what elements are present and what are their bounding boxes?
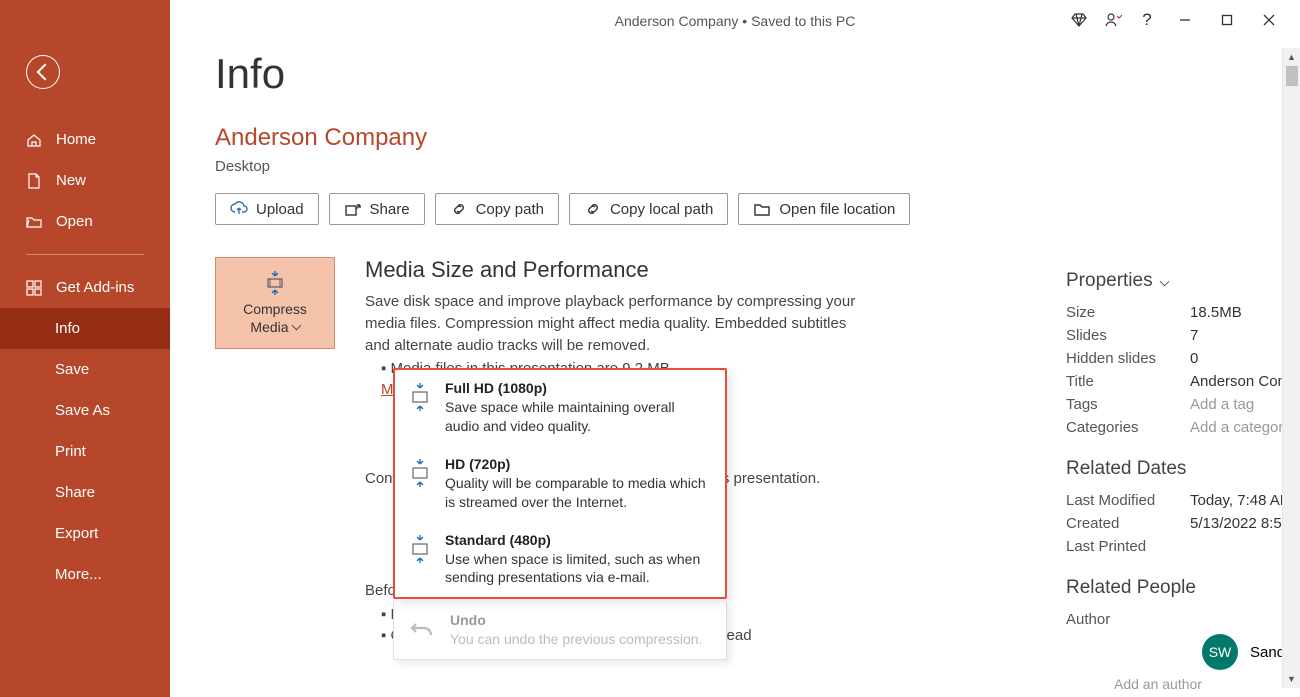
- dropdown-standard[interactable]: Standard (480p)Use when space is limited…: [395, 522, 725, 598]
- scroll-up-icon[interactable]: ▲: [1283, 48, 1300, 66]
- page-title: Info: [215, 50, 1300, 98]
- nav-more[interactable]: More...: [0, 554, 170, 595]
- nav-new-label: New: [56, 172, 86, 189]
- properties-panel: Properties Size18.5MB Slides7 Hidden slide…: [1066, 270, 1300, 692]
- nav: Home New Open Get Add-ins Info Save Save…: [0, 119, 170, 595]
- property-row: Slides7: [1066, 327, 1300, 344]
- backstage-sidebar: Home New Open Get Add-ins Info Save Save…: [0, 0, 170, 697]
- scroll-thumb[interactable]: [1286, 66, 1298, 86]
- copy-path-button[interactable]: Copy path: [435, 193, 559, 225]
- back-arrow-icon: [36, 64, 53, 81]
- media-icon: [409, 380, 431, 436]
- back-button[interactable]: [26, 55, 60, 89]
- compress-media-button[interactable]: Compress Media: [215, 257, 335, 349]
- nav-new[interactable]: New: [0, 160, 170, 201]
- author-row[interactable]: SW Sandy Writtenhouse: [1066, 634, 1300, 670]
- home-icon: [26, 132, 42, 148]
- dropdown-hd[interactable]: HD (720p)Quality will be comparable to m…: [395, 446, 725, 522]
- property-row: TitleAnderson Company: [1066, 373, 1300, 390]
- nav-share[interactable]: Share: [0, 472, 170, 513]
- compress-dropdown: Full HD (1080p)Save space while maintain…: [393, 368, 727, 599]
- chevron-down-icon: [291, 321, 301, 331]
- nav-print[interactable]: Print: [0, 431, 170, 472]
- undo-icon: [408, 612, 436, 649]
- media-heading: Media Size and Performance: [365, 257, 875, 283]
- avatar: SW: [1202, 634, 1238, 670]
- property-row: TagsAdd a tag: [1066, 396, 1300, 413]
- nav-home-label: Home: [56, 131, 96, 148]
- doc-location: Desktop: [215, 158, 1300, 175]
- media-bullet: ▪: [381, 360, 391, 377]
- media-body: Save disk space and improve playback per…: [365, 291, 875, 356]
- nav-home[interactable]: Home: [0, 119, 170, 160]
- nav-saveas[interactable]: Save As: [0, 390, 170, 431]
- date-row: Last Printed: [1066, 538, 1300, 555]
- nav-export[interactable]: Export: [0, 513, 170, 554]
- scroll-down-icon[interactable]: ▼: [1283, 670, 1300, 688]
- addins-icon: [26, 280, 42, 296]
- add-author[interactable]: Add an author: [1114, 676, 1300, 692]
- nav-info[interactable]: Info: [0, 308, 170, 349]
- media-icon: [409, 532, 431, 588]
- open-location-button[interactable]: Open file location: [738, 193, 910, 225]
- nav-separator: [26, 254, 144, 255]
- properties-heading[interactable]: Properties: [1066, 270, 1300, 292]
- property-row: Hidden slides0: [1066, 350, 1300, 367]
- dates-heading: Related Dates: [1066, 458, 1300, 480]
- nav-open-label: Open: [56, 213, 93, 230]
- people-heading: Related People: [1066, 577, 1300, 599]
- dropdown-fullhd[interactable]: Full HD (1080p)Save space while maintain…: [395, 370, 725, 446]
- main: Info Anderson Company Desktop Upload Sha…: [170, 0, 1300, 697]
- scrollbar[interactable]: ▲ ▼: [1282, 48, 1300, 688]
- nav-save[interactable]: Save: [0, 349, 170, 390]
- nav-sub: Info Save Save As Print Share Export Mor…: [0, 308, 170, 595]
- property-row: Size18.5MB: [1066, 304, 1300, 321]
- media-icon: [409, 456, 431, 512]
- dropdown-undo: UndoYou can undo the previous compressio…: [393, 602, 727, 660]
- date-row: Last ModifiedToday, 7:48 AM: [1066, 492, 1300, 509]
- nav-addins[interactable]: Get Add-ins: [0, 267, 170, 308]
- open-icon: [26, 214, 42, 230]
- nav-addins-label: Get Add-ins: [56, 279, 134, 296]
- doc-title: Anderson Company: [215, 124, 1300, 152]
- nav-open[interactable]: Open: [0, 201, 170, 242]
- upload-button[interactable]: Upload: [215, 193, 319, 225]
- action-row: Upload Share Copy path Copy local path O…: [215, 193, 1300, 225]
- author-label: Author: [1066, 611, 1190, 628]
- copy-local-path-button[interactable]: Copy local path: [569, 193, 728, 225]
- share-button[interactable]: Share: [329, 193, 425, 225]
- compress-icon: [261, 270, 289, 296]
- chevron-down-icon: [1159, 276, 1169, 286]
- property-row: CategoriesAdd a category: [1066, 419, 1300, 436]
- new-icon: [26, 173, 42, 189]
- date-row: Created5/13/2022 8:51 AM: [1066, 515, 1300, 532]
